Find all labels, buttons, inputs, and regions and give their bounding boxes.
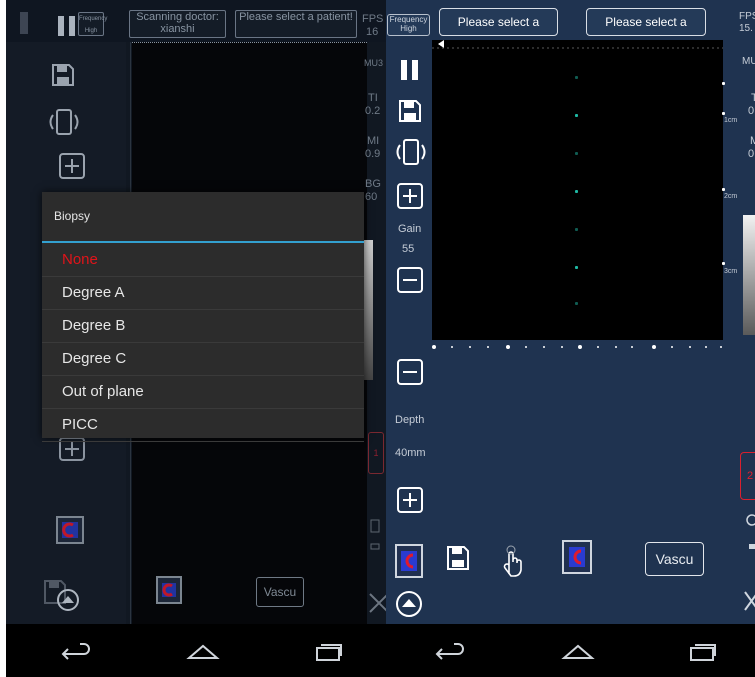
- rotate-probe-icon[interactable]: [393, 136, 429, 170]
- up-arrow-icon[interactable]: [56, 588, 80, 612]
- fps-label: FPS: [739, 11, 755, 22]
- guide-dot: [575, 228, 578, 231]
- vascular-button[interactable]: Vascu: [645, 542, 704, 576]
- depth-label: Depth: [395, 414, 425, 426]
- gain-plus-icon[interactable]: [396, 182, 424, 210]
- guide-dot: [575, 76, 578, 79]
- scale-dot: [722, 82, 725, 85]
- bg-value: 60: [365, 191, 378, 203]
- dialog-title: Biopsy: [54, 209, 91, 223]
- color-doppler-icon[interactable]: [395, 544, 423, 578]
- guide-dot: [575, 266, 578, 269]
- back-icon[interactable]: [60, 642, 92, 662]
- gain-value: 55: [402, 243, 415, 255]
- guide-dot: [575, 302, 578, 305]
- close-icon[interactable]: [744, 590, 755, 612]
- scale-dot: [722, 262, 725, 265]
- rotate-probe-icon[interactable]: [46, 106, 82, 140]
- close-icon[interactable]: [368, 592, 386, 614]
- guide-dot: [575, 152, 578, 155]
- color-doppler-icon[interactable]: [156, 576, 182, 604]
- gain-minus-icon[interactable]: [396, 266, 424, 294]
- depth-minus-icon[interactable]: [396, 358, 424, 386]
- home-icon[interactable]: [561, 642, 595, 662]
- recents-icon[interactable]: [688, 642, 718, 662]
- mi-value: 0.9: [365, 148, 381, 160]
- option-degree-a[interactable]: Degree A: [42, 277, 364, 310]
- fps-label: FPS: [362, 13, 384, 25]
- dialog-divider: [42, 241, 364, 243]
- option-degree-b[interactable]: Degree B: [42, 310, 364, 343]
- save-icon[interactable]: [397, 98, 423, 124]
- mi-value: 0.: [748, 148, 755, 160]
- fps-value: 16: [366, 26, 379, 38]
- scale-dot: [722, 188, 725, 191]
- ti-label: T: [751, 92, 755, 104]
- vascular-button[interactable]: Vascu: [256, 577, 304, 607]
- red-marker[interactable]: 2: [740, 452, 755, 500]
- ti-value: 0.2: [365, 105, 381, 117]
- mi-label: MI: [367, 135, 380, 147]
- hand-pointer-icon[interactable]: [501, 544, 523, 578]
- back-icon[interactable]: [434, 642, 466, 662]
- depth-plus-icon[interactable]: [396, 486, 424, 514]
- mu-label: MU: [742, 56, 755, 67]
- up-arrow-icon[interactable]: [395, 590, 423, 618]
- frequency-button[interactable]: Frequency High: [78, 12, 107, 36]
- doctor-button[interactable]: Scanning doctor: xianshi: [129, 10, 226, 38]
- doctor-button[interactable]: Please select a doctor!: [439, 8, 558, 55]
- depth-scale-2: 2cm: [724, 193, 738, 200]
- image-texture: [432, 42, 723, 52]
- ti-value: 0.: [748, 105, 755, 117]
- option-degree-c[interactable]: Degree C: [42, 343, 364, 376]
- home-icon[interactable]: [186, 642, 220, 662]
- save-icon[interactable]: [50, 62, 76, 88]
- option-out-of-plane[interactable]: Out of plane: [42, 376, 364, 409]
- pause-icon[interactable]: [398, 58, 422, 82]
- bg-label: BG: [365, 178, 381, 190]
- status-icons: [746, 514, 755, 550]
- red-marker[interactable]: 1: [368, 432, 384, 474]
- save-icon[interactable]: [445, 544, 473, 574]
- left-screen: Frequency High Scanning doctor: xianshi …: [6, 0, 386, 677]
- right-screen: Frequency High Please select a doctor! P…: [386, 0, 755, 677]
- width-scale: [432, 337, 723, 349]
- patient-button[interactable]: Please select a patient!: [235, 10, 357, 38]
- mu-label: MU3: [364, 58, 384, 68]
- fps-value: 15.: [739, 23, 753, 34]
- guide-dot: [575, 114, 578, 117]
- gain-label: Gain: [398, 223, 422, 235]
- pause-icon[interactable]: [56, 14, 78, 38]
- ti-label: TI: [368, 92, 378, 104]
- pause-icon[interactable]: [20, 12, 28, 34]
- guide-dot: [575, 190, 578, 193]
- option-none[interactable]: None: [42, 244, 364, 277]
- frequency-button[interactable]: Frequency High: [387, 14, 430, 36]
- depth-scale: [132, 42, 367, 46]
- biopsy-dialog: Biopsy None Degree A Degree B Degree C O…: [42, 192, 364, 442]
- recents-icon[interactable]: [314, 642, 344, 662]
- depth-value: 40mm: [395, 447, 426, 459]
- mi-label: M: [750, 135, 755, 147]
- depth-scale-3: 3cm: [724, 268, 738, 275]
- patient-button[interactable]: Please select a patient!: [586, 8, 706, 55]
- scale-dot: [722, 112, 725, 115]
- color-doppler-icon[interactable]: [56, 516, 84, 544]
- biopsy-options: None Degree A Degree B Degree C Out of p…: [42, 244, 364, 442]
- option-picc[interactable]: PICC: [42, 409, 364, 442]
- battery-icon: [368, 518, 382, 552]
- depth-scale-1: 1cm: [724, 117, 738, 124]
- color-doppler-icon[interactable]: [562, 540, 592, 574]
- gray-bar: [743, 215, 755, 335]
- plus-icon[interactable]: [58, 152, 86, 180]
